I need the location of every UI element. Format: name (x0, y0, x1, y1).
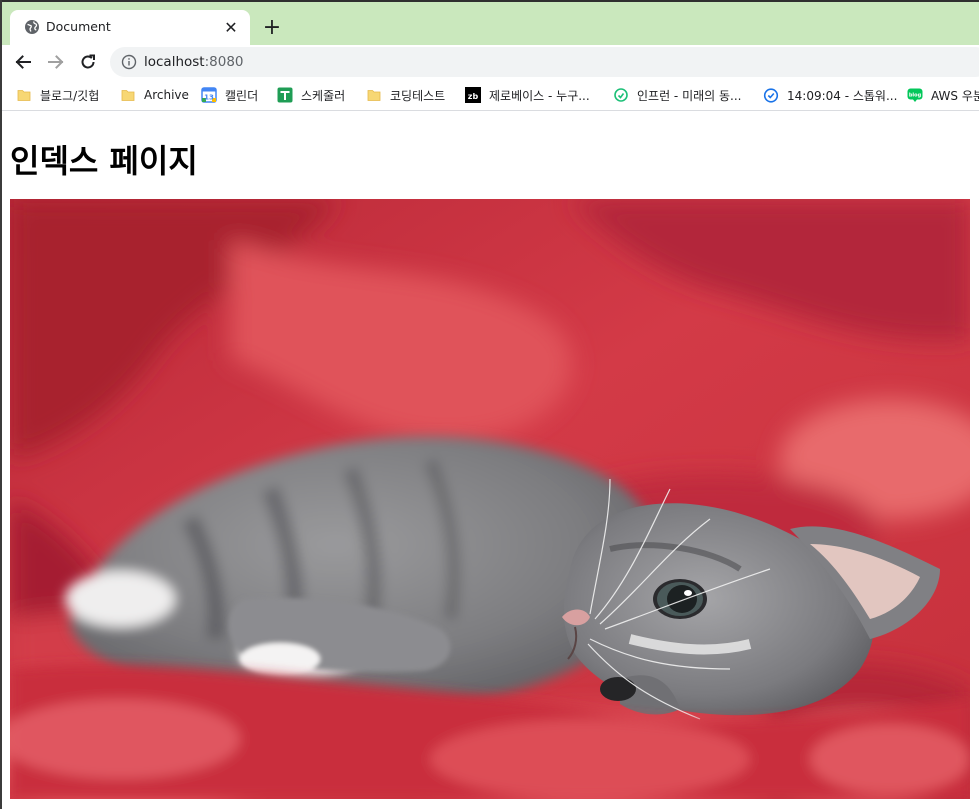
svg-text:blog: blog (909, 93, 922, 99)
close-tab-icon[interactable]: ✕ (222, 18, 240, 37)
tab-document[interactable]: Document ✕ (10, 10, 250, 47)
bookmark-label: 블로그/깃헙 (40, 88, 100, 103)
reload-icon (81, 54, 95, 69)
bookmark-aws-ubuntu[interactable]: blog AWS 우분 (907, 85, 979, 105)
bookmark-scheduler[interactable]: 스케줄러 (277, 85, 345, 105)
blog-icon: blog (907, 88, 923, 102)
bookmark-label: 스케줄러 (301, 88, 346, 103)
url-port: :8080 (204, 54, 244, 70)
bookmark-label: 14:09:04 - 스톱워... (787, 88, 898, 103)
arrow-left-icon (15, 55, 31, 69)
svg-text:zb: zb (468, 92, 479, 101)
bookmark-label: Archive (144, 88, 189, 102)
svg-text:13: 13 (204, 94, 214, 102)
bookmark-label: AWS 우분 (931, 88, 979, 103)
reload-button[interactable] (76, 50, 100, 74)
folder-icon (17, 90, 31, 101)
arrow-right-icon (48, 55, 64, 69)
address-bar[interactable]: localhost:8080 (110, 47, 979, 77)
page-heading: 인덱스 페이지 (10, 142, 198, 180)
window-border (0, 0, 2, 809)
back-button[interactable] (11, 50, 35, 74)
forward-button[interactable] (44, 50, 68, 74)
folder-icon (367, 90, 381, 101)
bookmark-archive[interactable]: Archive (120, 85, 189, 105)
zb-icon: zb (465, 87, 481, 103)
bookmark-label: 캘린더 (225, 88, 259, 103)
bookmark-label: 인프런 - 미래의 동... (637, 88, 742, 103)
tab-title: Document (46, 19, 111, 34)
url-host: localhost (144, 54, 205, 70)
bookmark-zerobase[interactable]: zb 제로베이스 - 누구... (465, 85, 590, 105)
toolbar: localhost:8080 (0, 45, 979, 79)
folder-icon (121, 90, 135, 101)
bookmark-inflearn[interactable]: 인프런 - 미래의 동... (613, 85, 742, 105)
calendar-icon: 13 (201, 87, 217, 103)
inflearn-icon (614, 88, 628, 102)
bookmark-label: 코딩테스트 (390, 88, 446, 103)
info-icon[interactable] (121, 54, 137, 70)
scheduler-icon (277, 87, 293, 103)
bookmark-coding-test[interactable]: 코딩테스트 (366, 85, 445, 105)
new-tab-button[interactable]: + (260, 16, 284, 40)
bookmark-blog-github[interactable]: 블로그/깃헙 (16, 85, 99, 105)
url-text[interactable]: localhost:8080 (144, 54, 244, 70)
kitten-illustration (10, 199, 970, 799)
bookmark-calendar[interactable]: 13 캘린더 (201, 85, 258, 105)
bookmark-stopwatch[interactable]: 14:09:04 - 스톱워... (763, 85, 897, 105)
stopwatch-icon (763, 88, 779, 103)
kitten-photo (10, 199, 970, 799)
browser-window: Document ✕ + localhost:8080 블로그/깃헙 Archi… (0, 0, 979, 809)
tab-strip: Document ✕ + (0, 0, 979, 47)
globe-icon (24, 19, 40, 35)
bookmark-label: 제로베이스 - 누구... (489, 88, 590, 103)
bookmarks-bar: 블로그/깃헙 Archive 13 캘린더 스케줄러 코딩테스트 zb 제로베이… (0, 79, 979, 111)
